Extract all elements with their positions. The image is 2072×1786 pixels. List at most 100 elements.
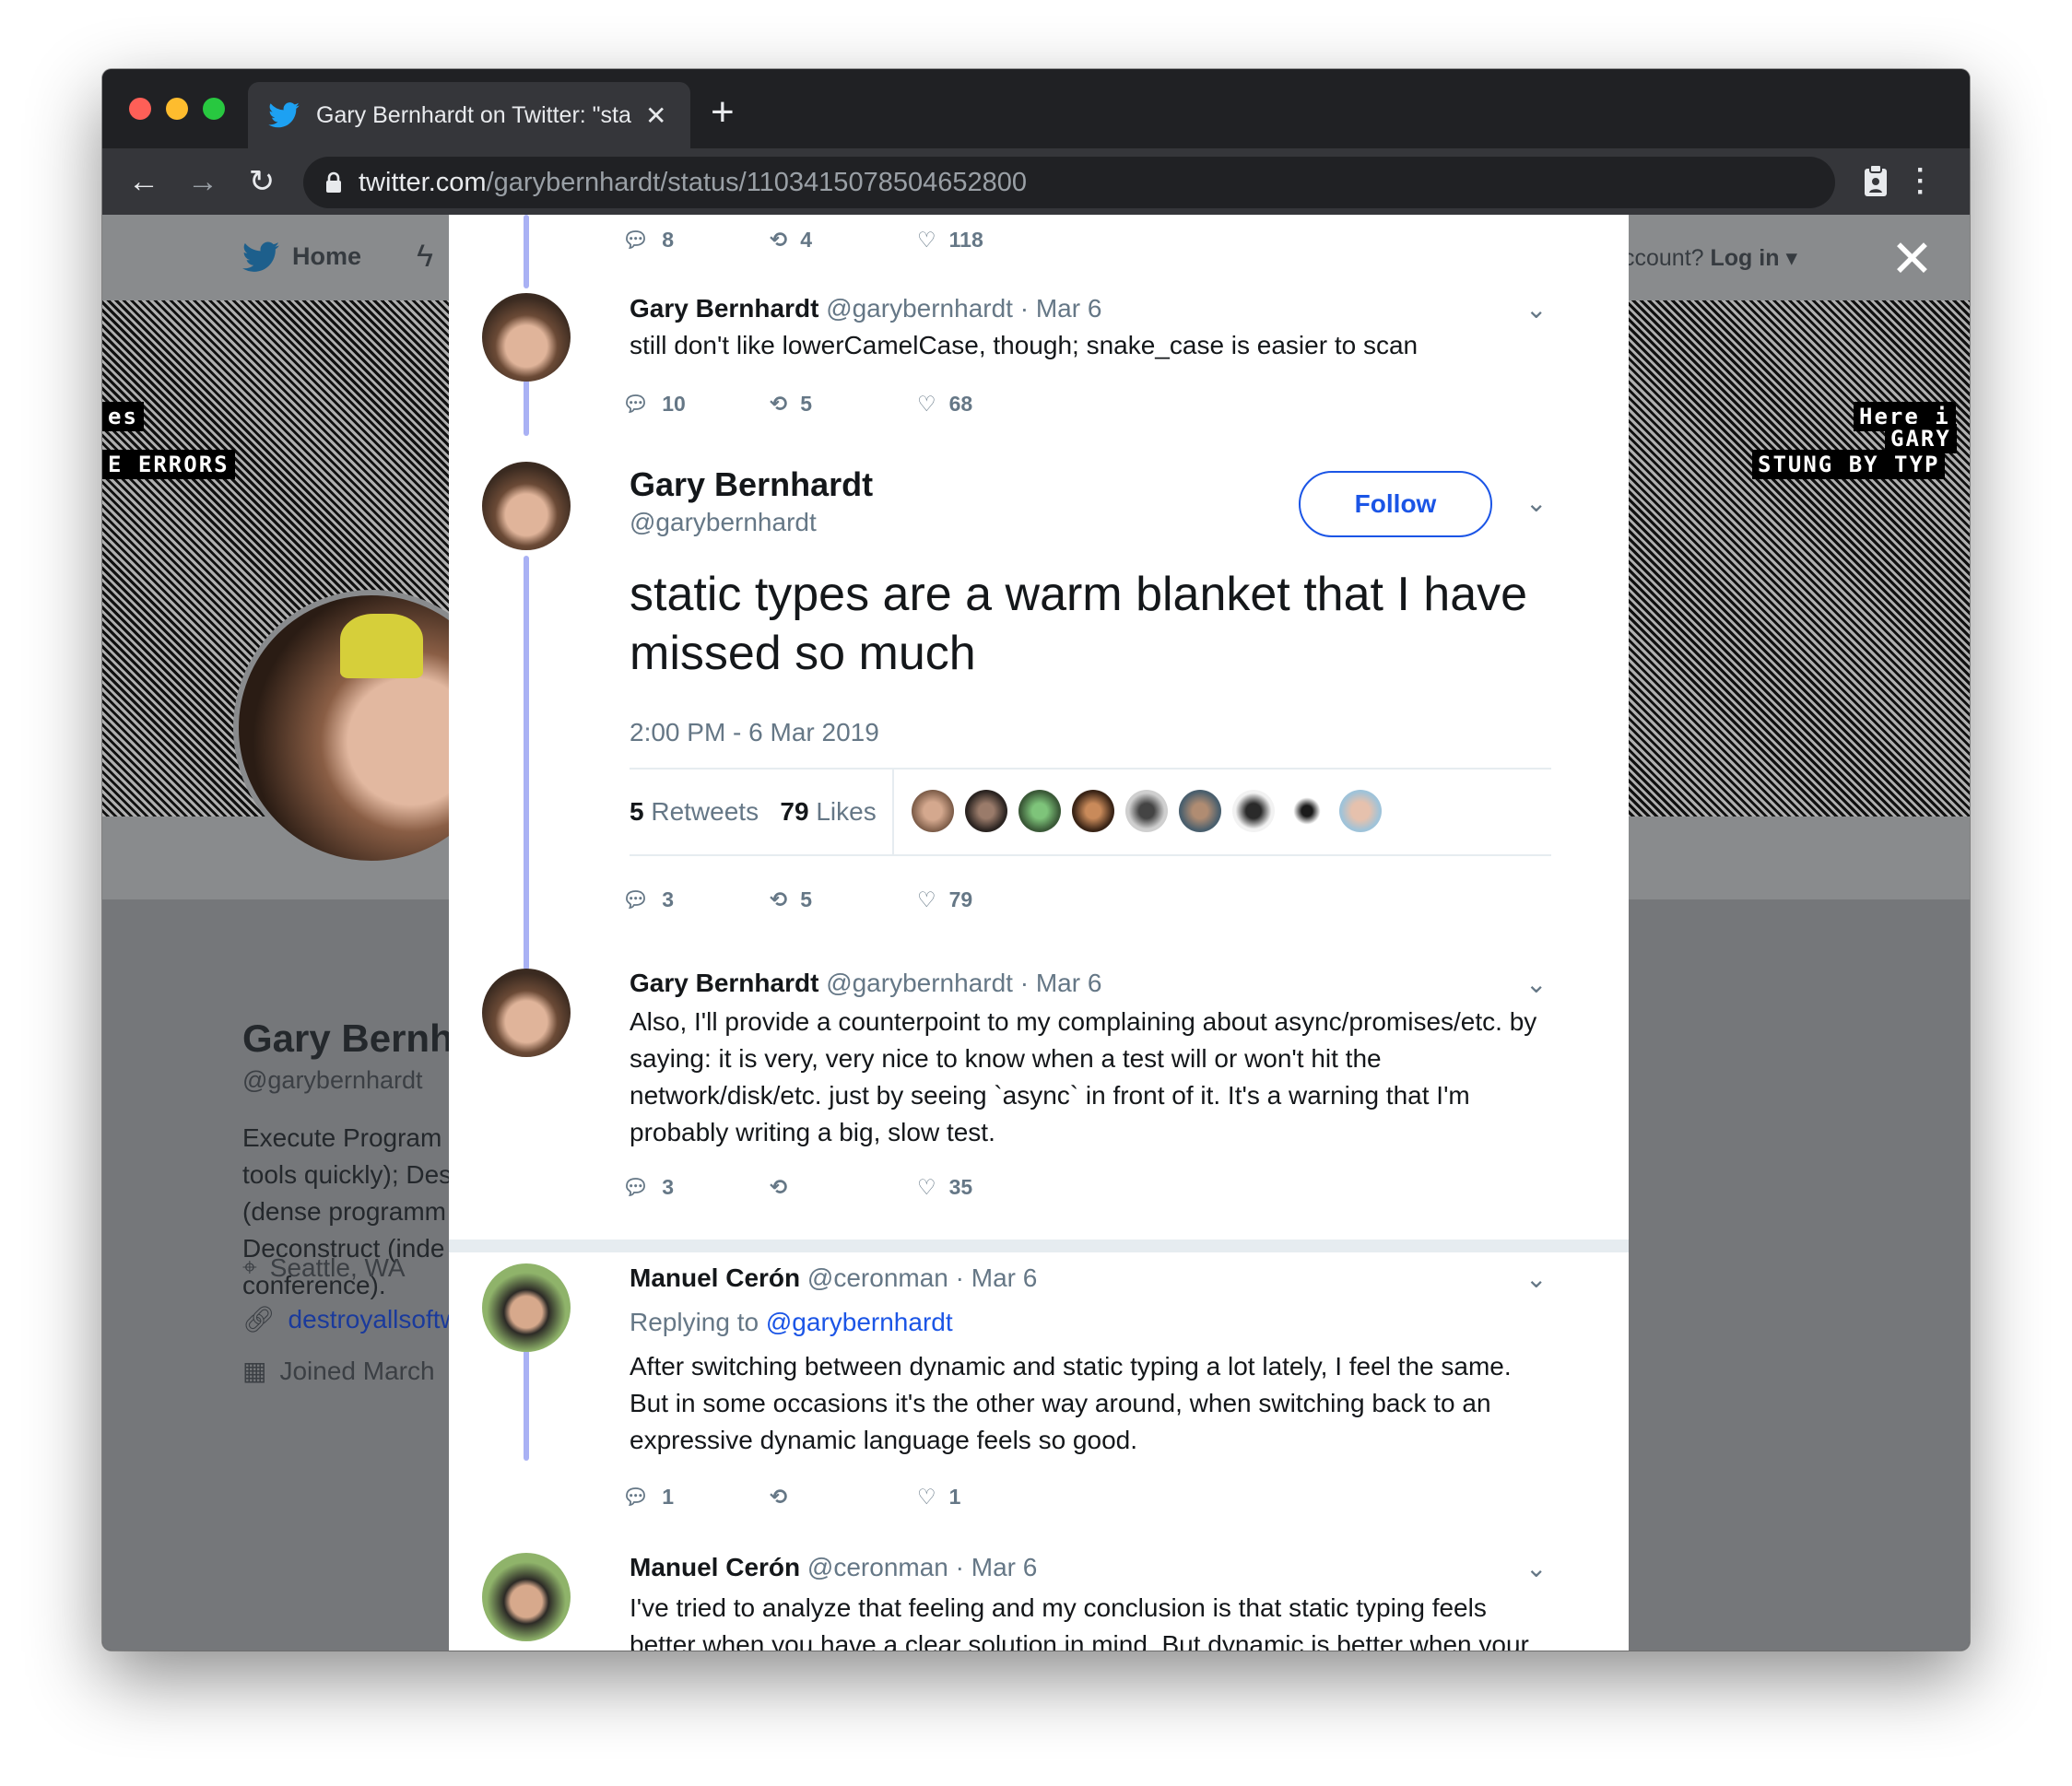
heart-icon: ♡	[917, 887, 936, 911]
retweet-button[interactable]: ⟲ 5	[770, 887, 917, 912]
liker-avatar[interactable]	[1232, 790, 1275, 832]
liker-avatar[interactable]	[1179, 790, 1221, 832]
liker-avatar[interactable]	[1072, 790, 1114, 832]
liker-avatar[interactable]	[1339, 790, 1382, 832]
replying-to-link[interactable]: @garybernhardt	[766, 1308, 953, 1336]
retweet-icon: ⟲	[770, 1485, 788, 1509]
zoom-window-button[interactable]	[203, 98, 225, 120]
main-tweet-timestamp[interactable]: 2:00 PM - 6 Mar 2019	[630, 718, 879, 747]
reply-icon: 💬︎	[622, 1485, 650, 1509]
retweets-link[interactable]: Retweets	[651, 797, 759, 826]
close-modal-icon[interactable]: ✕	[1890, 233, 1934, 285]
author-name[interactable]: Gary Bernhardt	[630, 969, 818, 997]
tweet-actions: 💬︎ 1 ⟲ ♡ 1	[622, 1485, 1065, 1510]
thread-line	[524, 556, 529, 970]
browser-menu-icon[interactable]: · · ·	[1916, 157, 1925, 206]
tweet-text: still don't like lowerCamelCase, though;…	[630, 331, 1419, 359]
login-area: ccount? Log in ▾	[1623, 244, 1797, 272]
reply-button[interactable]: 💬︎ 3	[622, 1175, 770, 1200]
url-text: twitter.com/garybernhardt/status/1103415…	[359, 167, 1027, 197]
divider	[892, 770, 894, 854]
liker-avatar[interactable]	[912, 790, 954, 832]
tab-title: Gary Bernhardt on Twitter: "sta	[316, 101, 631, 128]
main-author-name[interactable]: Gary Bernhardt	[630, 465, 873, 504]
reload-button[interactable]: ↻	[239, 148, 285, 215]
avatar[interactable]	[482, 293, 571, 382]
heart-icon: ♡	[917, 1485, 936, 1509]
browser-tab[interactable]: Gary Bernhardt on Twitter: "sta ✕	[248, 82, 690, 148]
like-button[interactable]: ♡ 68	[917, 392, 1065, 417]
liker-avatar[interactable]	[965, 790, 1007, 832]
reply-button[interactable]: 💬︎ 8	[622, 228, 770, 253]
author-name[interactable]: Manuel Cerón	[630, 1263, 800, 1292]
calendar-icon: ▦	[242, 1357, 267, 1385]
like-button[interactable]: ♡ 79	[917, 887, 1065, 912]
retweet-button[interactable]: ⟲	[770, 1175, 917, 1200]
tab-bar: Gary Bernhardt on Twitter: "sta ✕ +	[102, 69, 1970, 148]
reply-icon: 💬︎	[622, 228, 650, 252]
author-name[interactable]: Manuel Cerón	[630, 1553, 800, 1581]
avatar[interactable]	[482, 1553, 571, 1641]
chevron-down-icon[interactable]: ⌄	[1525, 294, 1547, 324]
liker-avatar[interactable]	[1018, 790, 1061, 832]
tweet-actions: 💬︎ 3 ⟲ ♡ 35	[622, 1175, 1065, 1200]
chevron-down-icon[interactable]: ⌄	[1525, 1553, 1547, 1583]
retweet-icon: ⟲	[770, 228, 788, 252]
reply-button[interactable]: 💬︎ 1	[622, 1485, 770, 1510]
retweet-button[interactable]: ⟲	[770, 1485, 917, 1510]
profile-website-link[interactable]: 🔗︎ destroyallsoftw	[242, 1304, 459, 1334]
author-handle: @ceronman	[806, 1553, 948, 1581]
retweet-icon: ⟲	[770, 887, 788, 911]
liker-avatar[interactable]	[1286, 790, 1328, 832]
home-nav-link[interactable]: Home ϟ	[242, 239, 433, 275]
caret-down-icon: ▾	[1779, 245, 1797, 271]
main-tweet-text: static types are a warm blanket that I h…	[630, 568, 1528, 680]
avatar[interactable]	[482, 1263, 571, 1352]
tab-close-icon[interactable]: ✕	[645, 100, 666, 131]
tweet-header: Manuel Cerón @ceronman · Mar 6	[630, 1553, 1038, 1581]
tweet-header: Manuel Cerón @ceronman · Mar 6	[630, 1263, 1038, 1292]
close-window-button[interactable]	[129, 98, 151, 120]
browser-window: Gary Bernhardt on Twitter: "sta ✕ + ← → …	[102, 69, 1970, 1651]
avatar[interactable]	[482, 969, 571, 1057]
profile-name: Gary Bernh	[242, 1016, 453, 1060]
retweet-button[interactable]: ⟲ 4	[770, 228, 917, 253]
author-handle: @garybernhardt	[826, 294, 1013, 323]
forward-button[interactable]: →	[180, 148, 226, 215]
reply-button[interactable]: 💬︎ 10	[622, 392, 770, 417]
avatar[interactable]	[482, 462, 571, 550]
tweet-date: Mar 6	[971, 1553, 1038, 1581]
main-author-handle[interactable]: @garybernhardt	[630, 508, 817, 537]
follow-button[interactable]: Follow	[1299, 471, 1492, 537]
profile-handle: @garybernhardt	[242, 1066, 423, 1094]
replying-to: Replying to @garybernhardt	[630, 1308, 953, 1336]
retweet-button[interactable]: ⟲ 5	[770, 392, 917, 417]
like-button[interactable]: ♡ 35	[917, 1175, 1065, 1200]
likes-link[interactable]: Likes	[816, 797, 876, 826]
back-button[interactable]: ←	[121, 148, 167, 215]
moments-icon[interactable]: ϟ	[417, 239, 433, 275]
chevron-down-icon[interactable]: ⌄	[1525, 488, 1547, 518]
tweet-date: Mar 6	[1035, 969, 1102, 997]
reply-icon: 💬︎	[622, 887, 650, 911]
home-label: Home	[292, 242, 362, 270]
twitter-bird-icon	[268, 102, 300, 128]
chevron-down-icon[interactable]: ⌄	[1525, 1263, 1547, 1294]
heart-icon: ♡	[917, 228, 936, 252]
like-button[interactable]: ♡ 1	[917, 1485, 1065, 1510]
lock-icon	[326, 171, 341, 193]
login-link[interactable]: Log in	[1711, 245, 1780, 271]
clipboard-extension-icon[interactable]	[1854, 159, 1898, 204]
reply-button[interactable]: 💬︎ 3	[622, 887, 770, 912]
like-button[interactable]: ♡ 118	[917, 228, 1065, 253]
author-name[interactable]: Gary Bernhardt	[630, 294, 818, 323]
minimize-window-button[interactable]	[166, 98, 188, 120]
author-handle: @garybernhardt	[826, 969, 1013, 997]
liker-avatar[interactable]	[1125, 790, 1168, 832]
chevron-down-icon[interactable]: ⌄	[1525, 969, 1547, 999]
tweet-header: Gary Bernhardt @garybernhardt · Mar 6	[630, 294, 1102, 323]
author-handle: @ceronman	[806, 1263, 948, 1292]
tweet-actions: 💬︎ 3 ⟲ 5 ♡ 79	[622, 887, 1065, 912]
new-tab-button[interactable]: +	[711, 89, 735, 135]
address-bar[interactable]: twitter.com/garybernhardt/status/1103415…	[303, 157, 1835, 208]
